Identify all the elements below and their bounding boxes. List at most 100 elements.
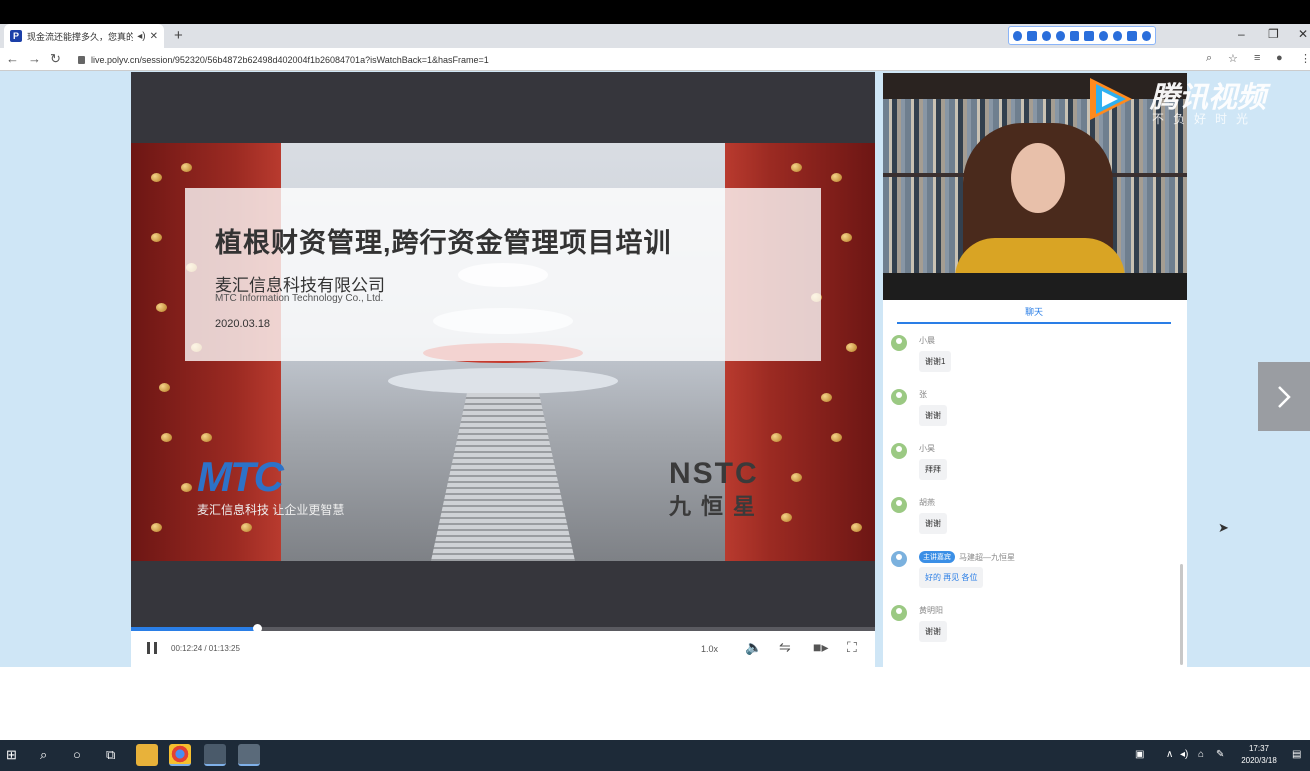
chat-sender-name: 小昊 <box>919 444 935 453</box>
system-clock[interactable]: 17:37 2020/3/18 <box>1236 743 1282 767</box>
chat-bubble: 谢谢1 <box>919 351 952 372</box>
clock-date: 2020/3/18 <box>1241 756 1277 765</box>
extension-icon[interactable] <box>1141 30 1151 41</box>
mouse-cursor-icon: ➤ <box>1218 520 1229 535</box>
extension-icon[interactable] <box>1055 30 1066 41</box>
chat-message: 小昊 拜拜 <box>891 441 1161 495</box>
chat-sender: 主讲嘉宾 马建超—九恒星 <box>919 551 1015 563</box>
avatar <box>891 551 907 567</box>
chat-sender: 胡燕 <box>919 497 935 508</box>
camera-icon[interactable]: ■▸ <box>813 639 828 656</box>
restore-button[interactable]: ❐ <box>1268 27 1279 41</box>
cortana-icon[interactable]: ○ <box>73 747 81 762</box>
pause-icon[interactable] <box>147 642 157 654</box>
chat-sender: 小晨 <box>919 335 935 346</box>
chat-message: 黄明阳 谢谢 <box>891 603 1161 657</box>
chrome-icon[interactable] <box>169 744 191 766</box>
bookmark-star-icon[interactable]: ☆ <box>1228 52 1238 65</box>
host-badge: 主讲嘉宾 <box>919 551 955 563</box>
menu-icon[interactable]: ⋮ <box>1300 52 1310 65</box>
browser-tab[interactable]: P 现金流还能撑多久，您真的… ◂) ✕ <box>4 24 164 48</box>
chat-bubble: 谢谢 <box>919 621 947 642</box>
speed-button[interactable]: 1.0x <box>701 644 718 654</box>
avatar <box>891 605 907 621</box>
notification-app-icon[interactable]: ▣ <box>1135 749 1144 760</box>
slide-frame: 植根财资管理,跨行资金管理项目培训 麦汇信息科技有限公司 MTC Informa… <box>131 143 875 561</box>
minimize-button[interactable]: – <box>1238 27 1245 41</box>
extension-icon[interactable] <box>1041 30 1051 41</box>
url-field[interactable]: live.polyv.cn/session/952320/56b4872b624… <box>78 52 489 67</box>
nstc-logo: NSTC <box>669 457 759 490</box>
volume-tray-icon[interactable]: ◂) <box>1180 749 1188 760</box>
zoom-icon[interactable]: ⌕ <box>1206 52 1212 65</box>
mtc-logo-subtitle: 麦汇信息科技 让企业更智慧 <box>197 503 345 517</box>
chat-sender-name: 胡燕 <box>919 498 935 507</box>
chat-message-host: 主讲嘉宾 马建超—九恒星 好的 再见 各位 <box>891 549 1161 603</box>
chat-bubble: 谢谢 <box>919 405 947 426</box>
chat-message: 小晨 谢谢1 <box>891 333 1161 387</box>
extension-icon[interactable] <box>1013 30 1023 41</box>
volume-icon[interactable]: 🔈 <box>745 639 762 656</box>
tencent-video-watermark: 腾讯视频 不负好时光 <box>1084 72 1284 128</box>
watermark-slogan: 不负好时光 <box>1152 112 1258 126</box>
task-view-icon[interactable]: ⧉ <box>106 747 115 763</box>
slide-date: 2020.03.18 <box>215 318 271 330</box>
player-controls: 00:12:24 / 01:13:25 1.0x 🔈 ⇋ ■▸ ⛶ <box>131 631 875 667</box>
chat-bubble: 谢谢 <box>919 513 947 534</box>
chat-scrollbar[interactable] <box>1180 564 1183 665</box>
app-icon[interactable] <box>204 744 226 766</box>
extension-icon[interactable] <box>1098 30 1109 41</box>
chat-bubble: 好的 再见 各位 <box>919 567 984 588</box>
screen: P 现金流还能撑多久，您真的… ◂) ✕ + – ❐ ✕ ← → ↻ live.… <box>0 0 1310 771</box>
video-bottom-bar <box>883 273 1187 300</box>
slide-title: 植根财资管理,跨行资金管理项目培训 <box>215 228 672 258</box>
next-button[interactable] <box>1258 362 1310 431</box>
app-icon-2[interactable] <box>238 744 260 766</box>
nstc-logo-subtitle: 九恒星 <box>669 494 766 519</box>
reading-list-icon[interactable]: ≡ <box>1254 52 1260 64</box>
mtc-logo: MTC <box>197 453 284 500</box>
chevron-up-icon[interactable]: ∧ <box>1166 749 1173 760</box>
chat-message: 胡燕 谢谢 <box>891 495 1161 549</box>
tab-chat[interactable]: 聊天 <box>897 300 1171 324</box>
page-blank-area <box>0 667 1310 740</box>
windows-taskbar: ⊞ ⌕ ○ ⧉ ▣ ∧ ◂) ⌂ ✎ 17:37 2020/3/18 ▤ <box>0 740 1310 771</box>
avatar <box>891 443 907 459</box>
action-center-icon[interactable]: ▤ <box>1292 749 1301 760</box>
chat-panel: 聊天 小晨 谢谢1 张 谢谢 小昊 拜拜 胡燕 谢谢 主讲嘉宾 马建超—九恒星 <box>883 300 1187 667</box>
chat-sender-name: 马建超—九恒星 <box>959 552 1015 562</box>
extension-icon[interactable] <box>1113 30 1123 41</box>
extension-icon[interactable] <box>1127 30 1137 41</box>
search-icon[interactable]: ⌕ <box>40 747 47 763</box>
extension-icon[interactable] <box>1084 30 1094 41</box>
browser-tab-bar: P 现金流还能撑多久，您真的… ◂) ✕ + – ❐ ✕ <box>0 24 1310 48</box>
chat-sender: 张 <box>919 389 927 400</box>
slide-company-en: MTC Information Technology Co., Ltd. <box>215 293 384 304</box>
signal-icon[interactable]: ⇋ <box>779 639 791 656</box>
chat-message: 张 谢谢 <box>891 387 1161 441</box>
file-explorer-icon[interactable] <box>136 744 158 766</box>
tab-audio-icon[interactable]: ◂) <box>137 31 145 42</box>
extension-toolbar <box>1008 26 1156 45</box>
tab-close-icon[interactable]: ✕ <box>150 31 158 42</box>
fullscreen-icon[interactable]: ⛶ <box>847 639 857 656</box>
forward-icon[interactable]: → <box>28 51 41 66</box>
windows-start-icon[interactable]: ⊞ <box>6 747 17 763</box>
reload-icon[interactable]: ↻ <box>50 51 61 67</box>
profile-icon[interactable]: ● <box>1276 52 1283 64</box>
new-tab-button[interactable]: + <box>174 27 183 44</box>
avatar <box>891 497 907 513</box>
close-window-button[interactable]: ✕ <box>1298 27 1308 41</box>
extension-icon[interactable] <box>1070 30 1080 41</box>
extension-icon[interactable] <box>1027 30 1037 41</box>
presenter-face <box>1011 143 1065 213</box>
polyv-favicon-icon: P <box>10 30 22 42</box>
pen-icon[interactable]: ✎ <box>1216 749 1224 760</box>
chevron-right-icon <box>1278 385 1291 408</box>
back-icon[interactable]: ← <box>6 51 19 66</box>
network-icon[interactable]: ⌂ <box>1198 749 1204 760</box>
avatar <box>891 389 907 405</box>
chat-bubble: 拜拜 <box>919 459 947 480</box>
chat-sender-name: 张 <box>919 390 927 399</box>
chat-sender-name: 小晨 <box>919 336 935 345</box>
